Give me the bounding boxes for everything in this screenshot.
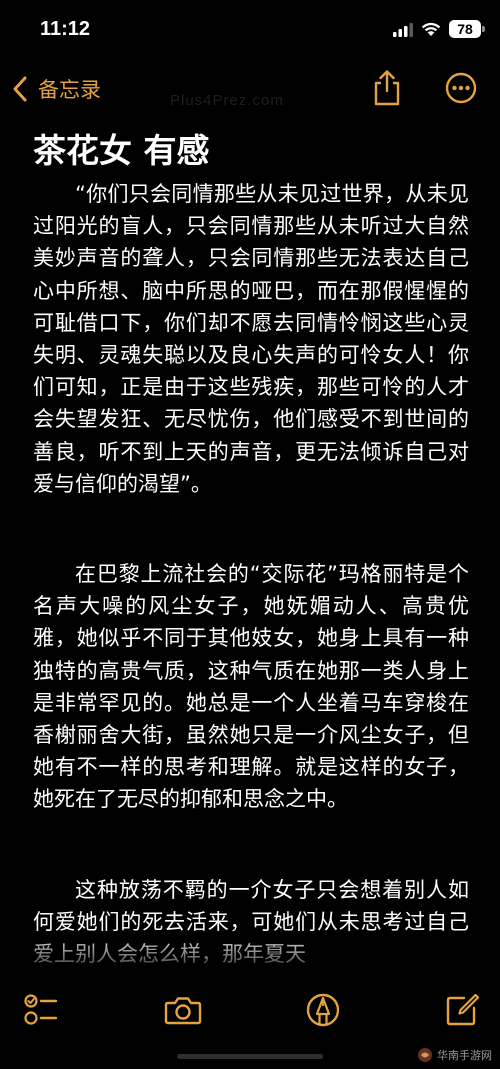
home-indicator	[177, 1054, 323, 1059]
site-badge: 华南手游网	[388, 1044, 492, 1066]
back-button[interactable]: 备忘录	[10, 72, 101, 106]
markup-pen-icon	[306, 993, 340, 1027]
markup-button[interactable]	[303, 990, 343, 1030]
share-icon	[374, 70, 400, 106]
note-body[interactable]: “你们只会同情那些从未见过世界，从未见过阳光的盲人，只会同情那些从未听过大自然美…	[33, 178, 469, 970]
battery-tip	[482, 26, 485, 32]
watermark: Plus4Prez.com	[170, 92, 284, 109]
checklist-icon	[24, 994, 58, 1025]
status-time: 11:12	[40, 18, 91, 40]
more-options-button[interactable]	[445, 72, 477, 104]
site-badge-text: 华南手游网	[437, 1049, 492, 1062]
chevron-left-icon	[13, 76, 27, 102]
back-button-label: 备忘录	[38, 78, 101, 102]
note-title[interactable]: 茶花女 有感	[33, 130, 210, 172]
compose-icon	[446, 993, 480, 1026]
more-options-icon	[445, 72, 477, 104]
camera-button[interactable]	[163, 990, 203, 1030]
camera-icon	[164, 997, 202, 1025]
status-bar: 11:12 78	[0, 0, 500, 56]
note-paragraph: “你们只会同情那些从未见过世界，从未见过阳光的盲人，只会同情那些从未听过大自然美…	[33, 182, 469, 496]
cellular-signal-icon	[393, 23, 413, 37]
share-button[interactable]	[371, 69, 403, 107]
battery-indicator: 78	[449, 20, 481, 38]
compose-button[interactable]	[442, 990, 482, 1030]
site-logo-icon	[418, 1048, 432, 1062]
note-paragraph: 在巴黎上流社会的“交际花”玛格丽特是个名声大噪的风尘女子，她妩媚动人、高贵优雅，…	[33, 562, 469, 812]
checklist-button[interactable]	[20, 990, 60, 1030]
wifi-icon	[421, 22, 441, 36]
